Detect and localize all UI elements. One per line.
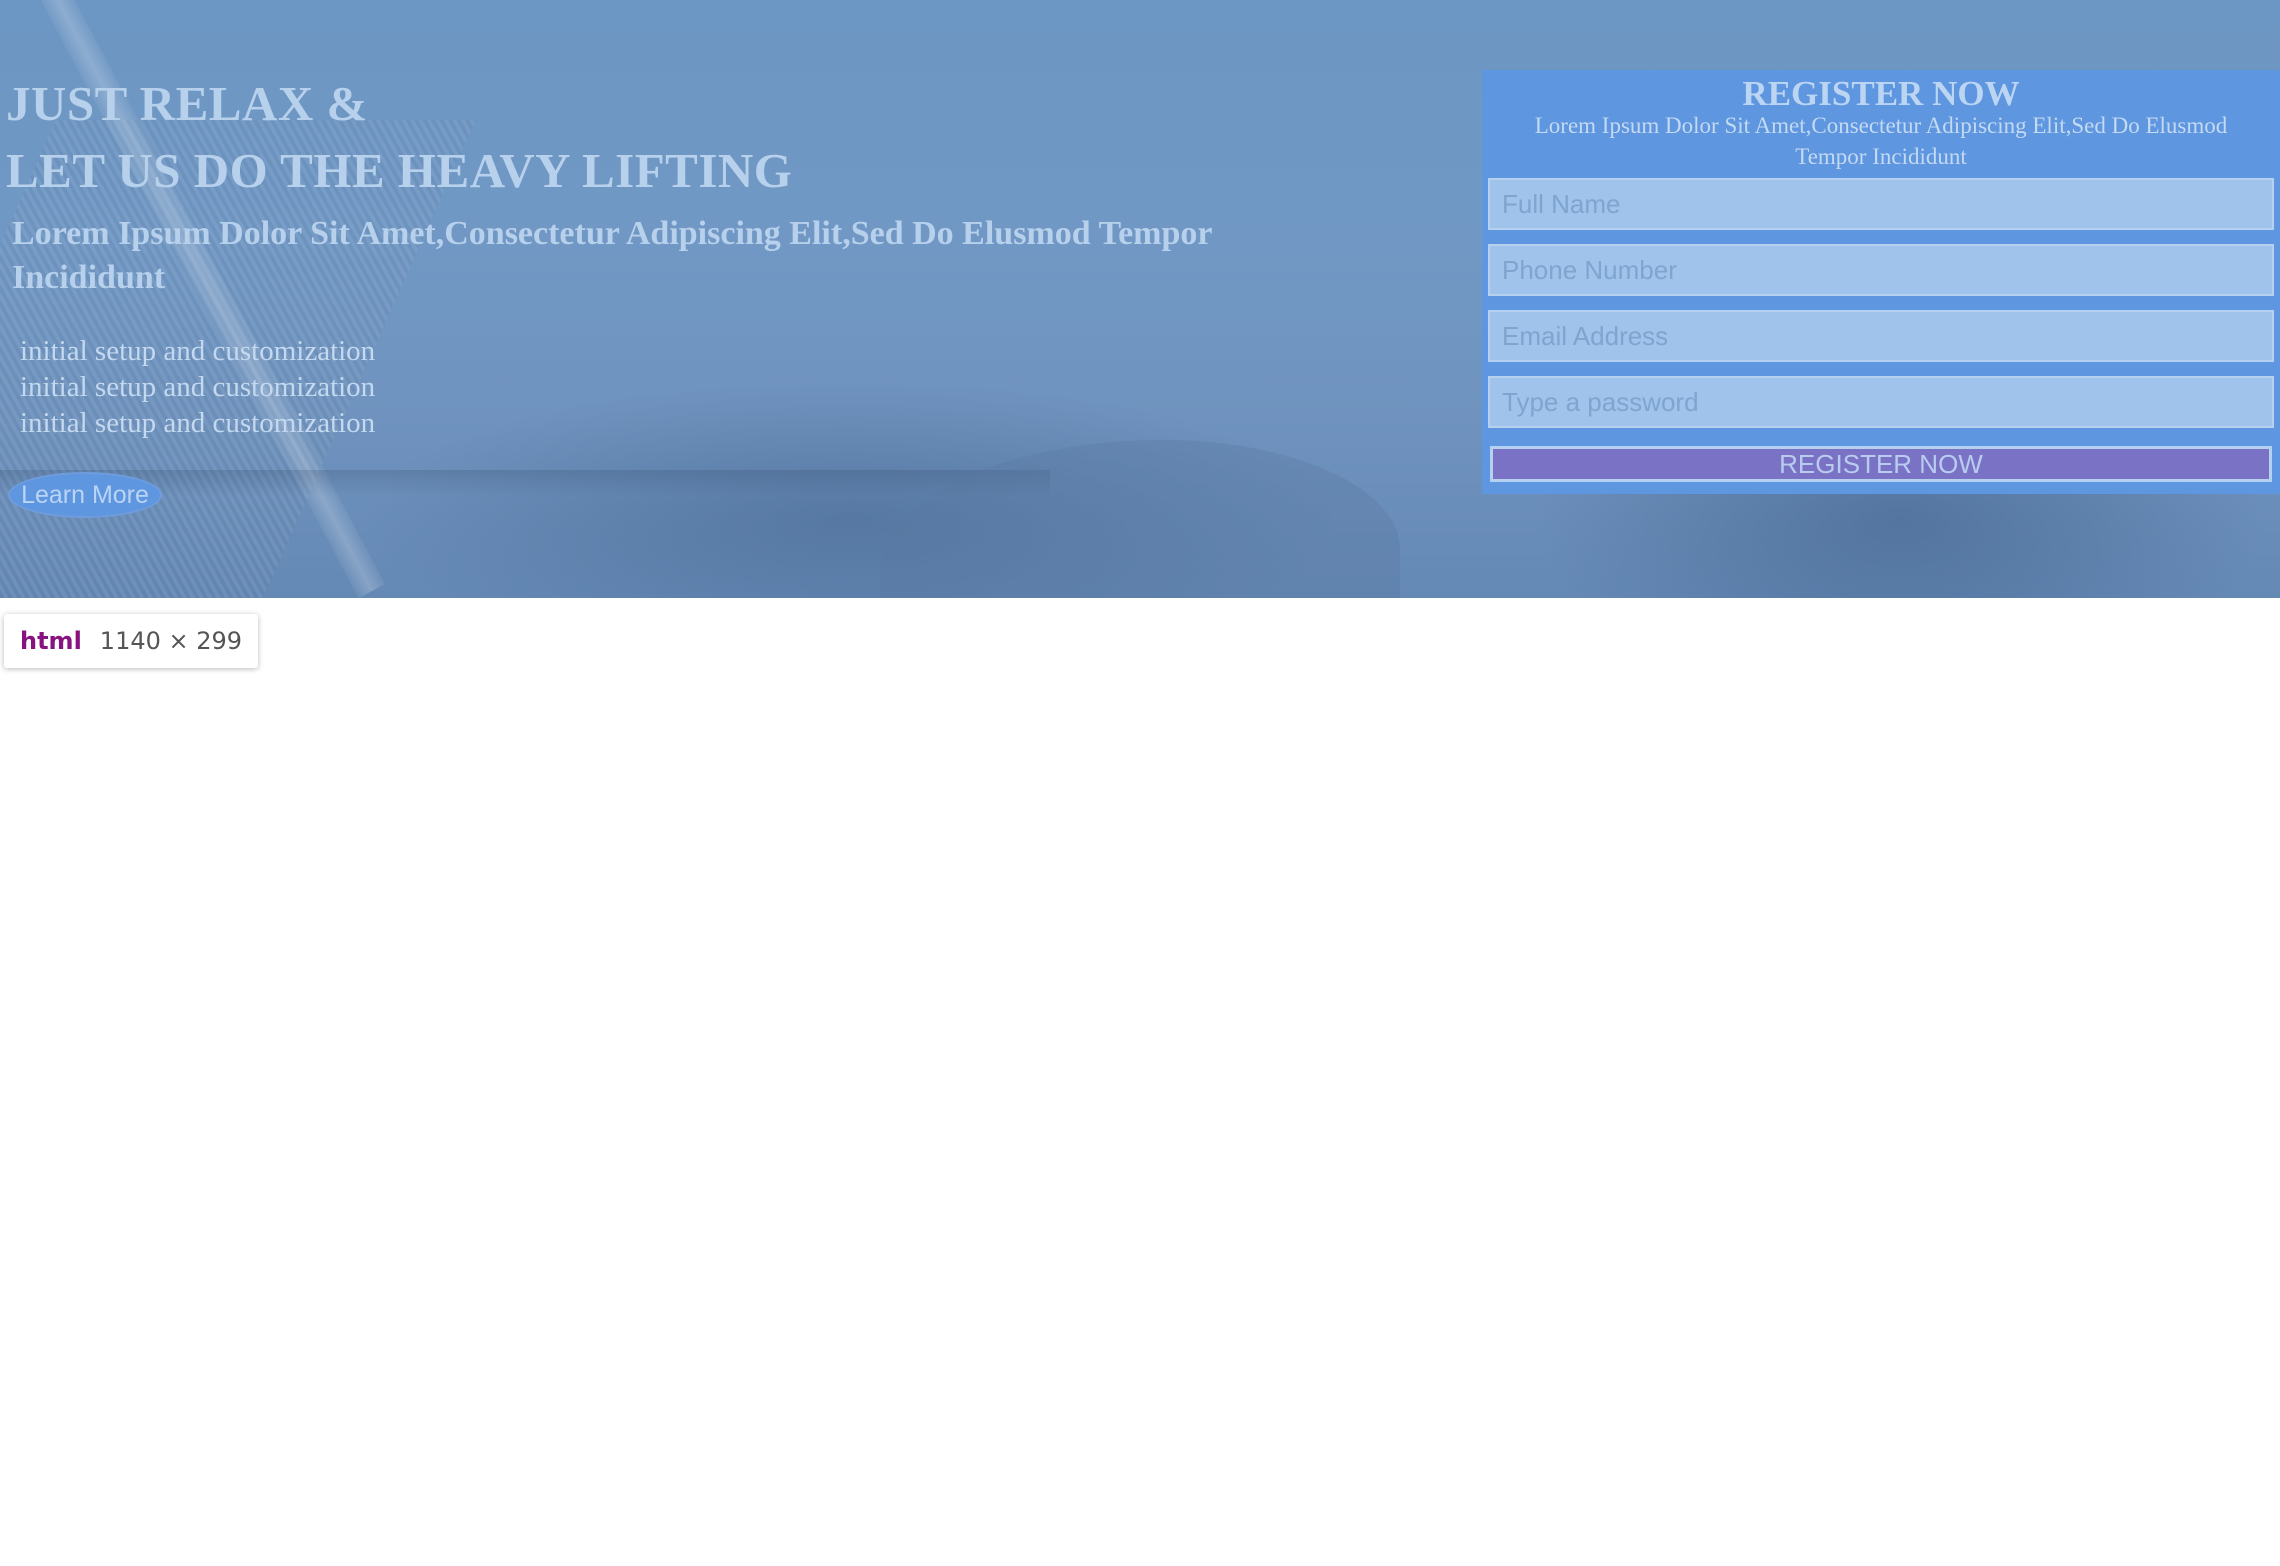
element-inspector-tooltip: html 1140 × 299 [4,614,259,668]
password-input[interactable] [1488,376,2274,428]
hero-headline: JUST RELAX & LET US DO THE HEAVY LIFTING [6,70,792,204]
register-title: REGISTER NOW [1742,74,2020,113]
feature-list: initial setup and customization initial … [20,333,375,441]
background-hand [880,440,1400,598]
feature-item: initial setup and customization [20,335,376,367]
tooltip-arrow [22,598,54,614]
feature-item: initial setup and customization [20,407,376,439]
tooltip-tag-name: html [20,627,82,655]
register-now-button[interactable]: REGISTER NOW [1490,446,2272,482]
register-form: REGISTER NOW Lorem Ipsum Dolor Sit Amet,… [1482,70,2280,494]
full-name-input[interactable] [1488,178,2274,230]
feature-item: initial setup and customization [20,371,376,403]
hero-headline-line-1: JUST RELAX & [6,76,368,131]
hero-section: JUST RELAX & LET US DO THE HEAVY LIFTING… [0,0,2280,598]
register-description: Lorem Ipsum Dolor Sit Amet,Consectetur A… [1534,113,2228,169]
email-address-input[interactable] [1488,310,2274,362]
phone-number-input[interactable] [1488,244,2274,296]
tooltip-dimensions: 1140 × 299 [99,627,243,655]
hero-subheading: Lorem Ipsum Dolor Sit Amet,Consectetur A… [12,215,1212,296]
hero-headline-line-2: LET US DO THE HEAVY LIFTING [6,143,793,198]
learn-more-button[interactable]: Learn More [8,472,162,518]
